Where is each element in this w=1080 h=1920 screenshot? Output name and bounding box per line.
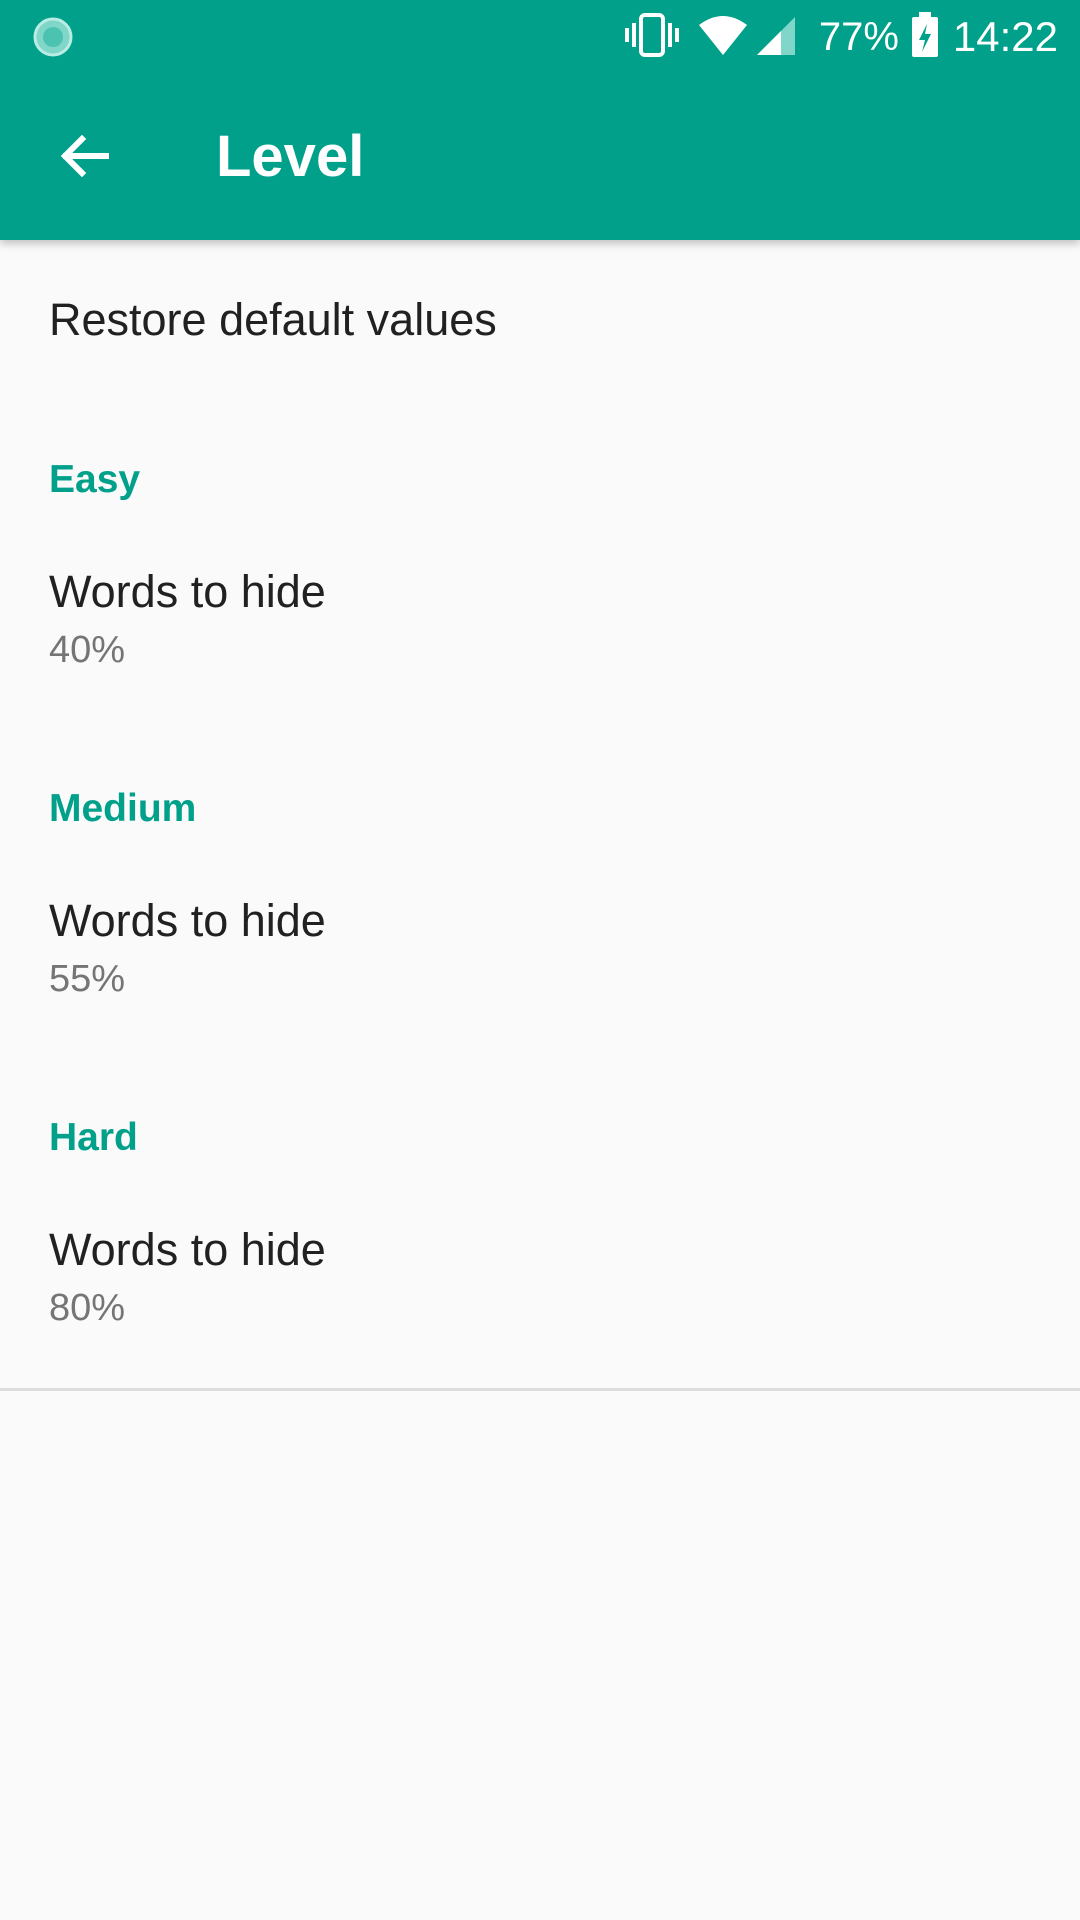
vibrate-icon: [624, 12, 679, 63]
loading-circle-icon: [32, 16, 74, 58]
category-header-easy: Easy: [49, 458, 141, 501]
medium-words-to-hide-title: Words to hide: [49, 895, 326, 946]
app-bar: 77% 14:22 Level: [0, 0, 1080, 240]
restore-defaults-title: Restore default values: [49, 294, 497, 345]
status-icons: 77% 14:22: [607, 8, 1058, 66]
toolbar: Level: [0, 74, 1080, 240]
settings-screen: 77% 14:22 Level Restore default values E…: [0, 0, 1080, 1920]
status-bar: 77% 14:22: [0, 0, 1080, 74]
hard-words-to-hide-title: Words to hide: [49, 1224, 326, 1275]
easy-words-to-hide-item[interactable]: Words to hide 40%: [0, 564, 1080, 674]
restore-defaults-item[interactable]: Restore default values: [0, 292, 1080, 348]
clock: 14:22: [952, 13, 1058, 60]
hard-words-to-hide-value: 80%: [49, 1287, 126, 1329]
category-header-medium: Medium: [49, 787, 197, 830]
easy-words-to-hide-value: 40%: [49, 629, 126, 671]
cell-signal-icon: [755, 13, 797, 62]
arrow-back-icon: [58, 130, 110, 187]
back-button[interactable]: [40, 114, 128, 202]
page-title: Level: [216, 124, 365, 189]
battery-charging-icon: [911, 11, 939, 63]
medium-words-to-hide-value: 55%: [49, 958, 126, 1000]
battery-percent: 77%: [818, 15, 899, 59]
hard-words-to-hide-item[interactable]: Words to hide 80%: [0, 1222, 1080, 1332]
medium-words-to-hide-item[interactable]: Words to hide 55%: [0, 893, 1080, 1003]
easy-words-to-hide-title: Words to hide: [49, 566, 326, 617]
wifi-icon: [697, 13, 749, 62]
list-divider: [0, 1388, 1080, 1391]
category-header-hard: Hard: [49, 1116, 138, 1159]
